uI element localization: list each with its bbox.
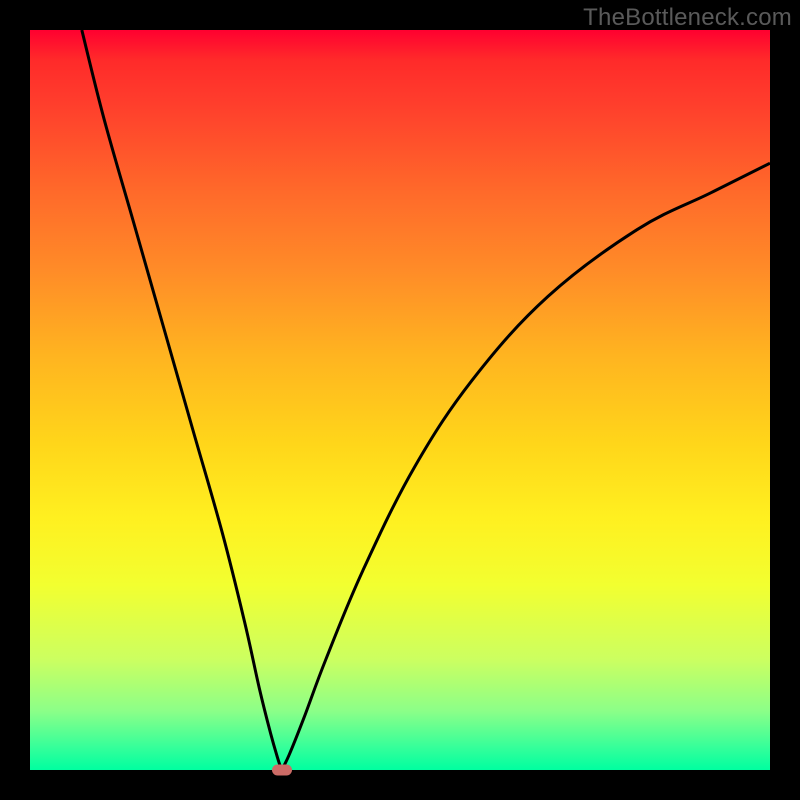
curve-right-branch — [282, 163, 770, 770]
minimum-marker — [272, 765, 292, 776]
watermark-text: TheBottleneck.com — [583, 4, 792, 32]
chart-area — [30, 30, 770, 770]
curve-left-branch — [82, 30, 282, 770]
bottleneck-curve — [30, 30, 770, 770]
